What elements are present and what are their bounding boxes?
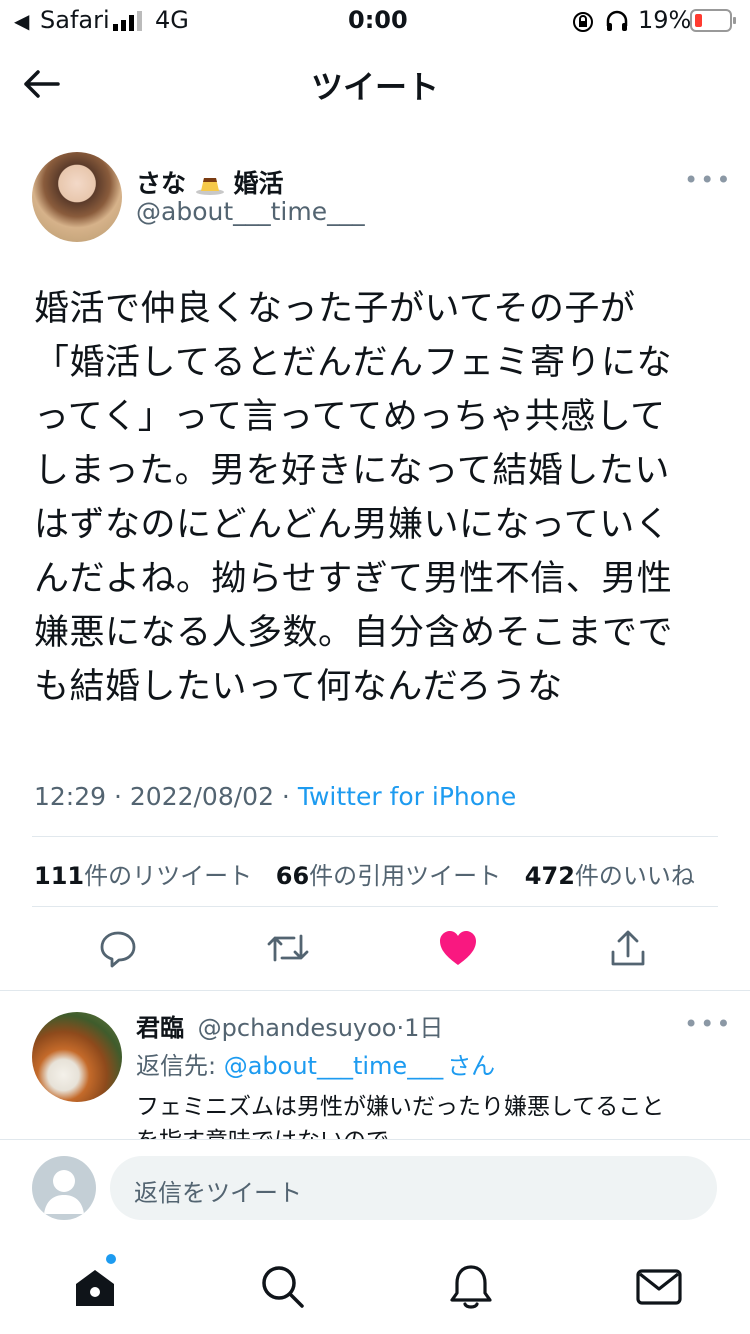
battery-icon bbox=[690, 9, 736, 32]
divider bbox=[32, 836, 718, 837]
more-options-icon[interactable]: ••• bbox=[684, 166, 732, 194]
quotes-label: 件の引用ツイート bbox=[309, 862, 502, 890]
author-name-text: さな bbox=[136, 169, 187, 198]
tweet-stats: 111件のリツイート 66件の引用ツイート 472件のいいね bbox=[34, 856, 695, 891]
divider bbox=[0, 990, 750, 991]
messages-icon bbox=[636, 1269, 682, 1305]
reply-icon bbox=[100, 931, 136, 968]
likes-stat[interactable]: 472件のいいね bbox=[525, 862, 695, 890]
retweet-icon bbox=[267, 934, 309, 962]
retweets-stat[interactable]: 111件のリツイート bbox=[34, 862, 252, 890]
reply-author-line: 君臨 @pchandesuyoo·1日 bbox=[136, 1008, 443, 1043]
reply-to-line: 返信先: @about___time___ さん bbox=[136, 1046, 495, 1081]
likes-count: 472 bbox=[524, 862, 575, 890]
author-name-suffix: 婚活 bbox=[233, 169, 284, 198]
tweet-source-link[interactable]: Twitter for iPhone bbox=[298, 782, 516, 811]
battery-percent: 19% bbox=[638, 6, 692, 34]
reply-button[interactable] bbox=[93, 923, 143, 973]
reply-age: ·1日 bbox=[396, 1014, 444, 1042]
status-network: 4G bbox=[155, 6, 189, 34]
share-button[interactable] bbox=[603, 923, 653, 973]
author-avatar[interactable] bbox=[32, 152, 122, 242]
retweets-count: 111 bbox=[34, 862, 85, 890]
headphones-icon bbox=[606, 10, 628, 31]
divider bbox=[0, 1139, 750, 1140]
share-icon bbox=[611, 930, 645, 966]
signal-icon bbox=[113, 11, 142, 31]
notification-dot bbox=[106, 1254, 116, 1264]
tweet-line: 婚活で仲良くなった子がいてその子が bbox=[34, 289, 636, 329]
notifications-icon bbox=[450, 1265, 492, 1309]
like-button[interactable] bbox=[433, 923, 483, 973]
pudding-emoji bbox=[195, 170, 225, 196]
tweet-line: 「婚活してるとだんだんフェミ寄りにな bbox=[34, 343, 672, 383]
reply-to-suffix: さん bbox=[447, 1052, 496, 1080]
tweet-line: 嫌悪になる人多数。自分含めそこまでで bbox=[34, 613, 674, 653]
tweet-line: ってく」って言っててめっちゃ共感して bbox=[34, 397, 666, 437]
divider bbox=[32, 906, 718, 907]
tweet-line: も結婚したいって何なんだろうな bbox=[34, 667, 563, 707]
retweets-label: 件のリツイート bbox=[84, 862, 253, 890]
quotes-count: 66 bbox=[275, 862, 310, 890]
reply-author-avatar[interactable] bbox=[32, 1012, 122, 1102]
tab-home[interactable] bbox=[70, 1254, 120, 1312]
tweet-line: しまった。男を好きになって結婚したい bbox=[34, 451, 670, 491]
reply-author-name[interactable]: 君臨 bbox=[136, 1014, 184, 1042]
tweet-timestamp: 12:29 · 2022/08/02 · bbox=[34, 782, 298, 811]
status-time: 0:00 bbox=[348, 6, 408, 34]
author-name[interactable]: さな 婚活 bbox=[136, 164, 283, 200]
heart-filled-icon bbox=[440, 931, 476, 965]
tweet-text: 婚活で仲良くなった子がいてその子が 「婚活してるとだんだんフェミ寄りにな ってく… bbox=[34, 282, 724, 714]
back-to-app-icon: ◀ bbox=[14, 9, 30, 33]
retweet-button[interactable] bbox=[263, 923, 313, 973]
reply-text: フェミニズムは男性が嫌いだったり嫌悪してること を指す意味ではないので bbox=[136, 1090, 736, 1140]
default-user-icon bbox=[44, 1170, 84, 1214]
status-carrier: Safari bbox=[40, 6, 110, 34]
tweet-meta: 12:29 · 2022/08/02 · Twitter for iPhone bbox=[34, 782, 516, 811]
page-title: ツイート bbox=[310, 68, 439, 106]
tab-search[interactable] bbox=[258, 1262, 308, 1312]
reply-text-line: を指す意味ではないので bbox=[136, 1124, 736, 1140]
reply-to-handle[interactable]: @about___time___ bbox=[224, 1052, 443, 1080]
reply-author-handle[interactable]: @pchandesuyoo bbox=[198, 1014, 397, 1042]
likes-label: 件のいいね bbox=[574, 862, 695, 890]
home-icon bbox=[76, 1270, 114, 1306]
reply-input-placeholder: 返信をツイート bbox=[134, 1179, 302, 1207]
tab-messages[interactable] bbox=[634, 1262, 684, 1312]
reply-input[interactable]: 返信をツイート bbox=[110, 1156, 717, 1220]
reply-to-prefix: 返信先: bbox=[136, 1052, 224, 1080]
my-avatar[interactable] bbox=[32, 1156, 96, 1220]
status-bar: ◀ Safari 4G 0:00 19% bbox=[0, 0, 750, 44]
tab-notifications[interactable] bbox=[446, 1262, 496, 1312]
reply-more-options-icon[interactable]: ••• bbox=[684, 1010, 732, 1038]
search-icon bbox=[262, 1266, 304, 1308]
tweet-line: はずなのにどんどん男嫌いになっていく bbox=[34, 505, 671, 545]
reply-text-line: フェミニズムは男性が嫌いだったり嫌悪してること bbox=[136, 1094, 665, 1120]
author-handle[interactable]: @about___time___ bbox=[136, 197, 365, 226]
tweet-line: んだよね。拗らせすぎて男性不信、男性 bbox=[34, 559, 673, 599]
quotes-stat[interactable]: 66件の引用ツイート bbox=[276, 862, 501, 890]
orientation-lock-icon bbox=[573, 12, 593, 32]
